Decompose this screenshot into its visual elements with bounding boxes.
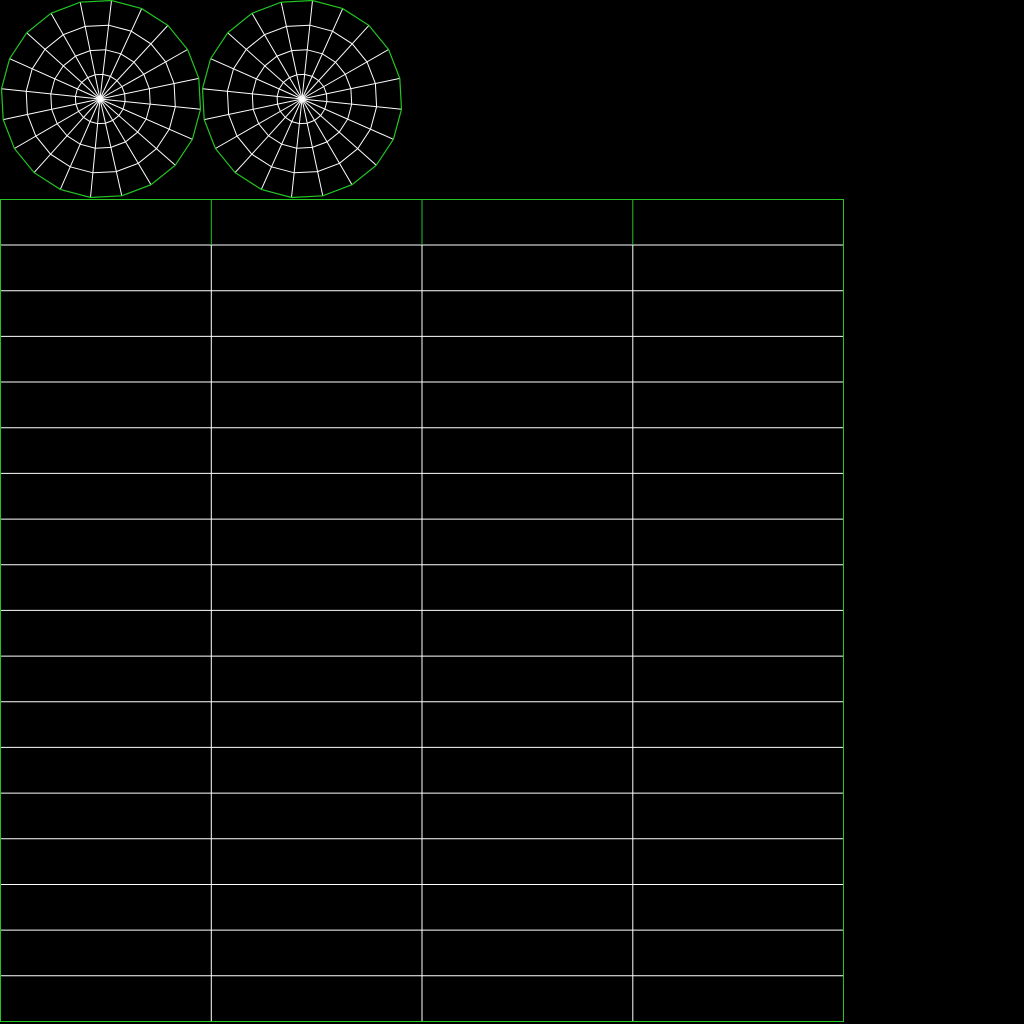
wheel-hub	[98, 97, 102, 101]
canvas-background	[0, 0, 1024, 1024]
wheel-hub	[300, 97, 304, 101]
wireframe-canvas	[0, 0, 1024, 1024]
